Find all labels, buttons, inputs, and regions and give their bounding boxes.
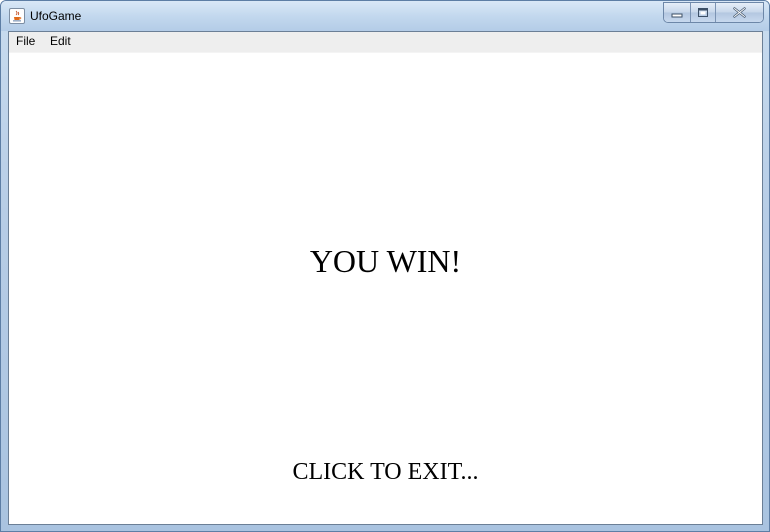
window-bottom-frame (1, 525, 769, 531)
menu-edit[interactable]: Edit (50, 34, 71, 48)
java-cup-icon[interactable] (9, 8, 25, 24)
client-area: File Edit YOU WIN! CLICK TO EXIT... (8, 31, 763, 525)
close-button[interactable] (716, 3, 763, 22)
win-message: YOU WIN! (309, 243, 462, 279)
menu-file[interactable]: File (16, 34, 35, 48)
close-icon (733, 7, 746, 18)
title-bar[interactable]: UfoGame (1, 1, 769, 31)
minimize-icon (671, 13, 683, 18)
minimize-button[interactable] (664, 3, 691, 22)
window-controls (663, 2, 764, 23)
menu-bar: File Edit (9, 32, 762, 53)
click-to-exit-prompt[interactable]: CLICK TO EXIT... (9, 457, 762, 487)
restore-icon (698, 8, 708, 17)
app-window: UfoGame File Edit YOU WIN! CLICK TO EXIT… (0, 0, 770, 532)
game-canvas[interactable]: YOU WIN! CLICK TO EXIT... (9, 53, 762, 524)
window-title: UfoGame (30, 9, 82, 23)
restore-button[interactable] (691, 3, 716, 22)
